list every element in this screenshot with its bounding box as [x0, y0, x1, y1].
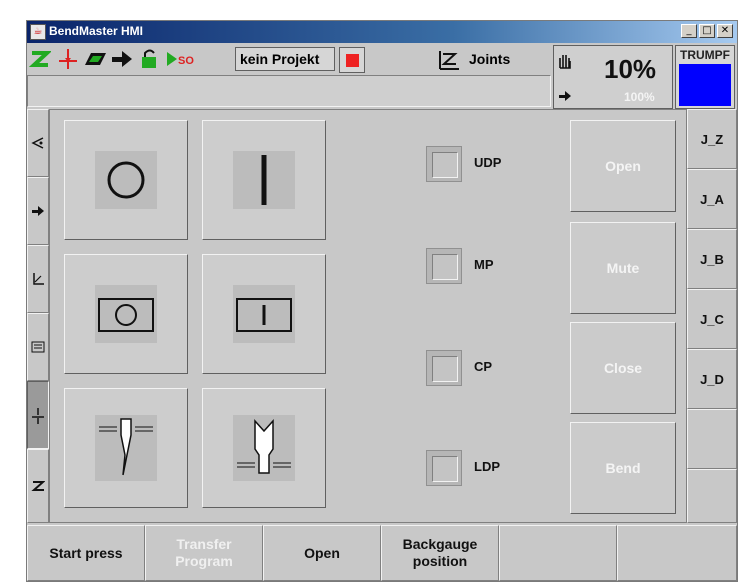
mp-row: MP: [426, 248, 566, 288]
transfer-program-button[interactable]: Transfer Program: [145, 525, 263, 581]
joint-z-button[interactable]: J_Z: [687, 109, 737, 169]
ldp-checkbox[interactable]: [426, 450, 462, 486]
bend-small-icon: [32, 408, 44, 424]
symbol-circle-frame-button[interactable]: [64, 254, 188, 374]
window-title: BendMaster HMI: [49, 24, 144, 38]
bottom-empty-button-2[interactable]: [617, 525, 737, 581]
app-window: ☕ BendMaster HMI _ □ ✕ SO kein Projekt J…: [26, 20, 738, 582]
title-bar: ☕ BendMaster HMI _ □ ✕: [27, 21, 737, 43]
punch-icon: [95, 415, 157, 481]
udp-label: UDP: [474, 155, 502, 170]
mp-label: MP: [474, 257, 494, 272]
bend-action-button[interactable]: Bend: [570, 422, 676, 514]
stop-square-icon: [346, 54, 359, 67]
gripper-icon[interactable]: [139, 49, 161, 69]
circle-icon: [95, 151, 157, 209]
speed-panel: 10% 100%: [553, 45, 673, 109]
svg-text:SO: SO: [178, 55, 194, 67]
open-action-button[interactable]: Open: [570, 120, 676, 212]
close-button[interactable]: ✕: [717, 24, 733, 38]
symbol-die-button[interactable]: [202, 388, 326, 508]
joint-a-button[interactable]: J_A: [687, 169, 737, 229]
bend-icon[interactable]: [57, 49, 79, 69]
circle-frame-icon: [95, 285, 157, 343]
maximize-button[interactable]: □: [699, 24, 715, 38]
cp-checkbox[interactable]: [426, 350, 462, 386]
left-button-4-active[interactable]: [27, 381, 49, 449]
joints-icon: [439, 51, 459, 70]
close-action-button[interactable]: Close: [570, 322, 676, 414]
minimize-button[interactable]: _: [681, 24, 697, 38]
backgauge-position-button[interactable]: Backgauge position: [381, 525, 499, 581]
bar-icon: [233, 151, 295, 209]
joints-button[interactable]: Joints: [437, 47, 549, 73]
arrow-right-small-icon: [559, 91, 571, 101]
z-arrow-icon[interactable]: [29, 49, 51, 69]
bar-frame-icon: [233, 285, 295, 343]
mp-checkbox[interactable]: [426, 248, 462, 284]
joint-selector: J_Z J_A J_B J_C J_D: [687, 109, 737, 523]
ldp-label: LDP: [474, 459, 500, 474]
brand-logo: TRUMPF: [680, 48, 730, 62]
start-press-button[interactable]: Start press: [27, 525, 145, 581]
joint-d-button[interactable]: J_D: [687, 349, 737, 409]
hand-icon: [559, 55, 571, 69]
speed-value: 10%: [604, 54, 657, 84]
udp-checkbox[interactable]: [426, 146, 462, 182]
ldp-row: LDP: [426, 450, 566, 490]
triangle-left-icon: [31, 137, 44, 149]
left-toolbar: [27, 109, 49, 523]
cp-row: CP: [426, 350, 566, 390]
joint-empty-button[interactable]: [687, 409, 737, 469]
left-button-1[interactable]: [27, 177, 49, 245]
main-panel: UDP MP CP LDP Open Mute Close Bend: [49, 109, 687, 523]
arrow-right-icon: [32, 206, 44, 216]
left-button-3[interactable]: [27, 313, 49, 381]
bottom-bar: Start press Transfer Program Open Backga…: [27, 525, 737, 581]
stop-indicator[interactable]: [339, 47, 365, 73]
symbol-circle-button[interactable]: [64, 120, 188, 240]
java-icon: ☕: [30, 24, 46, 40]
arrow-right-icon[interactable]: [111, 49, 133, 69]
open-button[interactable]: Open: [263, 525, 381, 581]
bottom-empty-button[interactable]: [499, 525, 617, 581]
joint-b-button[interactable]: J_B: [687, 229, 737, 289]
die-icon: [233, 415, 295, 481]
joint-c-button[interactable]: J_C: [687, 289, 737, 349]
left-button-0[interactable]: [27, 109, 49, 177]
left-button-2[interactable]: [27, 245, 49, 313]
speed-max: 100%: [624, 90, 655, 104]
brand-panel: TRUMPF: [675, 45, 735, 109]
symbol-bar-frame-button[interactable]: [202, 254, 326, 374]
symbol-punch-button[interactable]: [64, 388, 188, 508]
udp-row: UDP: [426, 146, 566, 186]
io-icon[interactable]: SO: [165, 49, 199, 69]
mute-action-button[interactable]: Mute: [570, 222, 676, 314]
cp-label: CP: [474, 359, 493, 374]
brand-color-box: [679, 64, 731, 106]
joints-label: Joints: [469, 51, 511, 67]
symbol-bar-button[interactable]: [202, 120, 326, 240]
z-icon: [31, 481, 46, 491]
left-button-5[interactable]: [27, 449, 49, 523]
sheet-icon[interactable]: [85, 49, 107, 69]
list-icon: [31, 341, 45, 353]
project-name: kein Projekt: [235, 47, 335, 71]
joint-empty-button-2[interactable]: [687, 469, 737, 523]
axis-icon: [33, 273, 44, 285]
status-field: [27, 75, 551, 107]
